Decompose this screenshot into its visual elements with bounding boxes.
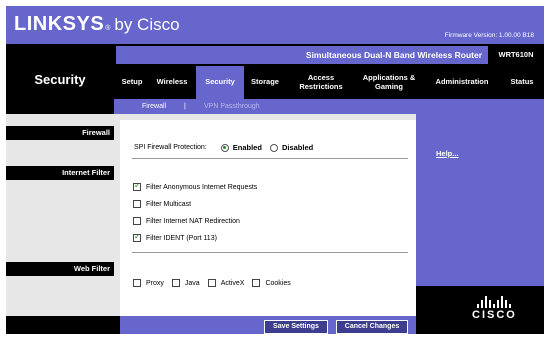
- tab-status[interactable]: Status: [502, 66, 542, 99]
- filter-nat-redirection-label: Filter Internet NAT Redirection: [146, 217, 240, 225]
- filter-multicast-label: Filter Multicast: [146, 200, 192, 208]
- content-top-strip: [114, 114, 416, 120]
- cisco-logo: CISCO: [472, 296, 517, 321]
- tab-wireless[interactable]: Wireless: [152, 66, 192, 99]
- tab-storage[interactable]: Storage: [246, 66, 284, 99]
- filter-anonymous-label: Filter Anonymous Internet Requests: [146, 183, 258, 191]
- filter-ident-label: Filter IDENT (Port 113): [146, 234, 217, 242]
- cisco-bars-icon: [472, 296, 517, 308]
- tab-access-restrictions[interactable]: Access Restrictions: [292, 66, 350, 99]
- spi-disabled-label: Disabled: [281, 143, 314, 152]
- spi-disabled-radio[interactable]: [269, 143, 278, 152]
- firmware-version: Firmware Version: 1.00.00 B18: [444, 32, 534, 39]
- cookies-label: Cookies: [265, 279, 291, 287]
- tab-security[interactable]: Security: [196, 66, 244, 99]
- filter-multicast-checkbox[interactable]: [133, 200, 141, 208]
- by-cisco-text: by Cisco: [114, 15, 180, 34]
- section-internet-filter: Internet Filter: [6, 166, 114, 180]
- filter-multicast-row: Filter Multicast: [133, 200, 191, 208]
- section-firewall: Firewall: [6, 126, 114, 140]
- web-filter-row: Proxy Java ActiveX Cookies: [133, 279, 291, 287]
- java-label: Java: [184, 279, 200, 287]
- spi-enabled-radio[interactable]: [220, 143, 229, 152]
- router-name: Simultaneous Dual-N Band Wireless Router: [116, 46, 488, 64]
- section-web-filter: Web Filter: [6, 262, 114, 276]
- save-settings-button[interactable]: Save Settings: [264, 320, 328, 334]
- java-checkbox[interactable]: [171, 279, 180, 287]
- filter-nat-row: Filter Internet NAT Redirection: [133, 217, 240, 225]
- spi-enabled-label: Enabled: [232, 143, 262, 152]
- subtab-firewall[interactable]: Firewall: [142, 99, 166, 114]
- proxy-checkbox[interactable]: [133, 279, 141, 287]
- section-column: [6, 114, 114, 316]
- model-number: WRT610N: [498, 50, 534, 59]
- registered-mark: ®: [105, 25, 111, 32]
- cisco-wordmark: CISCO: [472, 309, 517, 321]
- sub-tabs: [114, 99, 544, 114]
- content-left-strip: [114, 114, 120, 316]
- divider: [132, 252, 408, 253]
- proxy-label: Proxy: [146, 279, 164, 287]
- tab-applications-gaming[interactable]: Applications & Gaming: [356, 66, 422, 99]
- help-link[interactable]: Help...: [436, 149, 459, 158]
- activex-checkbox[interactable]: [207, 279, 216, 287]
- filter-anonymous-row: Filter Anonymous Internet Requests: [133, 181, 258, 191]
- brand-text: LINKSYS: [14, 13, 105, 35]
- filter-nat-redirection-checkbox[interactable]: [133, 217, 141, 225]
- activex-label: ActiveX: [220, 279, 245, 287]
- linksys-logo: LINKSYS ® by Cisco: [14, 13, 180, 37]
- spi-label: SPI Firewall Protection:: [134, 144, 207, 151]
- cookies-checkbox[interactable]: [252, 279, 261, 287]
- subtab-vpn-passthrough[interactable]: VPN Passthrough: [204, 99, 260, 114]
- cancel-changes-button[interactable]: Cancel Changes: [336, 320, 408, 334]
- divider: [132, 158, 408, 159]
- page-title: Security: [34, 72, 86, 87]
- router-admin-page: LINKSYS ® by Cisco Firmware Version: 1.00…: [6, 6, 544, 334]
- spi-row: SPI Firewall Protection: Enabled Disable…: [134, 143, 313, 152]
- tab-setup[interactable]: Setup: [116, 66, 148, 99]
- filter-ident-checkbox[interactable]: [133, 232, 141, 242]
- filter-anonymous-checkbox[interactable]: [133, 181, 141, 191]
- filter-ident-row: Filter IDENT (Port 113): [133, 232, 217, 242]
- subtab-separator: |: [184, 103, 186, 110]
- tab-administration[interactable]: Administration: [426, 66, 498, 99]
